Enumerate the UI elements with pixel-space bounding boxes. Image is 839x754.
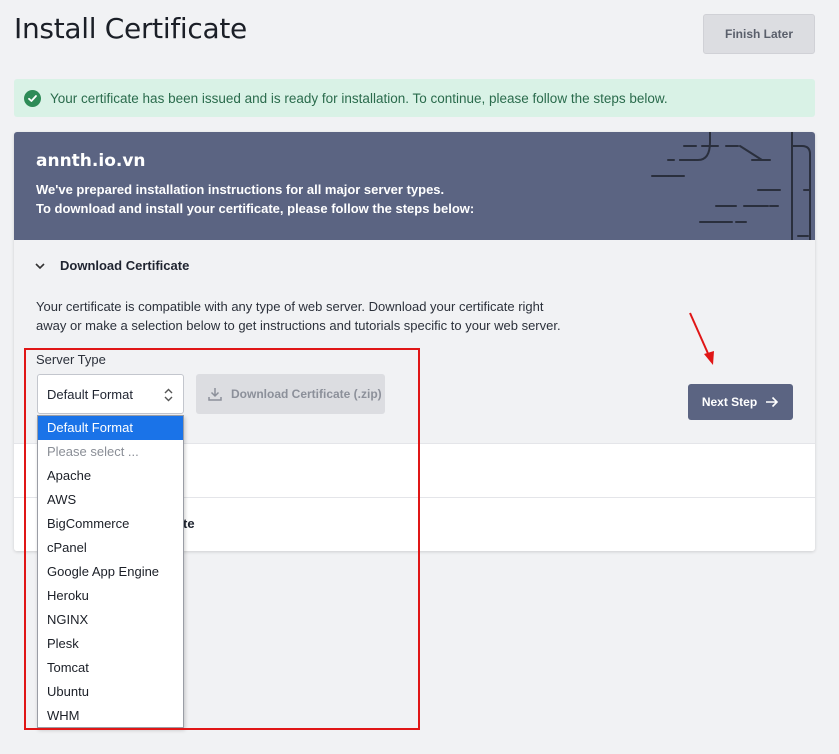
header-instructions-line1: We've prepared installation instructions…	[36, 182, 445, 197]
chevron-down-icon	[35, 262, 45, 269]
section-description: Your certificate is compatible with any …	[36, 299, 561, 333]
download-section-toggle[interactable]: Download Certificate	[34, 258, 189, 273]
annotation-arrow	[689, 312, 714, 365]
page-title: Install Certificate	[14, 12, 247, 45]
finish-later-button[interactable]: Finish Later	[703, 14, 815, 54]
next-step-button[interactable]: Next Step	[688, 384, 793, 420]
header-instructions-line2: To download and install your certificate…	[36, 201, 475, 216]
arrow-right-icon	[766, 396, 779, 408]
success-alert: Your certificate has been issued and is …	[14, 79, 815, 117]
card-header: annth.io.vn We've prepared installation …	[14, 132, 815, 240]
alert-message: Your certificate has been issued and is …	[50, 90, 668, 106]
domain-name: annth.io.vn	[36, 151, 146, 171]
check-circle-icon	[24, 89, 41, 107]
code-decoration-graphic	[651, 132, 811, 240]
annotation-highlight-box	[24, 348, 420, 730]
section-title: Download Certificate	[60, 258, 190, 273]
next-step-label: Next Step	[701, 395, 758, 409]
